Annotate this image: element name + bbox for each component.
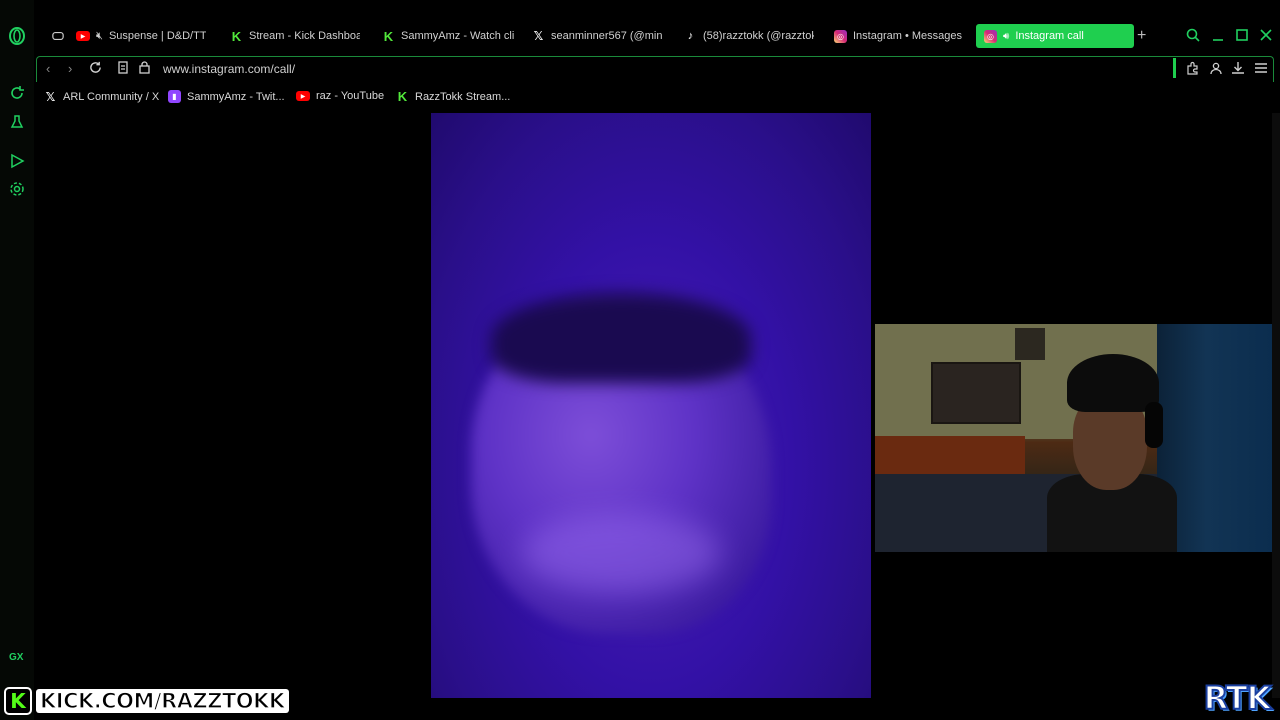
youtube-icon: ▶ xyxy=(296,91,310,101)
settings-gear-icon[interactable] xyxy=(8,180,26,198)
search-tabs-icon[interactable] xyxy=(1186,28,1200,45)
tab-x-seanminner[interactable]: 𝕏 seanminner567 (@minn xyxy=(524,24,670,48)
self-view-video[interactable] xyxy=(875,324,1280,552)
remote-video-feed[interactable] xyxy=(431,113,871,698)
tab-youtube-suspense[interactable]: ▶ 🔇︎ Suspense | D&D/TTR xyxy=(68,24,214,48)
kick-icon: K xyxy=(383,28,394,44)
gx-label[interactable]: GX xyxy=(9,652,23,663)
back-icon[interactable]: ‹ xyxy=(46,61,50,76)
instagram-icon: ◎ xyxy=(984,29,997,43)
download-icon[interactable] xyxy=(1231,61,1245,78)
kick-icon: K xyxy=(397,89,408,104)
tab-instagram-call[interactable]: ◎ 🔊︎ Instagram call xyxy=(976,24,1134,48)
self-view-dresser xyxy=(875,436,1025,476)
bookmark-arl-community[interactable]: 𝕏 ARL Community / X xyxy=(44,89,160,104)
self-view-person xyxy=(1047,354,1177,552)
self-view-headset xyxy=(1145,402,1163,448)
instagram-icon: ◎ xyxy=(834,29,847,43)
remote-participant-hair xyxy=(491,293,751,383)
reload-icon[interactable] xyxy=(89,61,102,77)
new-tab-button[interactable]: + xyxy=(1137,27,1146,45)
forward-icon[interactable]: › xyxy=(68,61,72,76)
kick-url-text: KICK.COM/RAZZTOKK xyxy=(36,688,289,714)
bookmark-sammyamz-twitch[interactable]: ▮ SammyAmz - Twit... xyxy=(168,90,285,103)
bookmark-razztokk-stream[interactable]: K RazzTokk Stream... xyxy=(396,89,511,104)
tab-bar: ▶ 🔇︎ Suspense | D&D/TTR K Stream - Kick … xyxy=(34,22,1280,50)
snapshot-icon[interactable] xyxy=(117,61,129,77)
kick-logo-icon: K xyxy=(4,687,32,715)
kick-channel-overlay: K KICK.COM/RAZZTOKK xyxy=(4,686,289,716)
muted-speaker-icon[interactable]: 🔇︎ xyxy=(96,30,103,43)
refresh-sidebar-icon[interactable] xyxy=(8,84,26,102)
tab-instagram-messages[interactable]: ◎ Instagram • Messages xyxy=(826,24,972,48)
play-icon[interactable] xyxy=(8,152,26,170)
self-view-small-poster xyxy=(1015,328,1045,360)
twitch-icon: ▮ xyxy=(168,90,181,103)
x-icon: 𝕏 xyxy=(45,89,56,104)
address-bar: ‹ › www.instagram.com/call/ xyxy=(34,52,1280,84)
x-icon: 𝕏 xyxy=(533,29,544,43)
tiktok-icon: ♪ xyxy=(687,30,694,42)
profile-icon[interactable] xyxy=(1209,61,1223,78)
lock-icon[interactable] xyxy=(139,61,150,77)
tab-kick-sammyamz[interactable]: K SammyAmz - Watch clips xyxy=(374,24,522,48)
maximize-icon[interactable] xyxy=(1236,28,1248,44)
rtk-brand-logo: RTK xyxy=(1203,678,1273,718)
minimize-icon[interactable] xyxy=(1212,28,1224,45)
bookmark-raz-youtube[interactable]: ▶ raz - YouTube xyxy=(296,90,384,102)
kick-icon: K xyxy=(231,28,242,44)
scrollbar[interactable] xyxy=(1272,113,1280,698)
browser-sidebar: GX xyxy=(0,0,34,720)
gamepad-icon xyxy=(52,31,64,41)
tab-tiktok-razztokk[interactable]: ♪ (58)razztokk (@razztok xyxy=(676,24,822,48)
youtube-icon: ▶ xyxy=(76,31,90,41)
tab-kick-dashboard[interactable]: K Stream - Kick Dashboard xyxy=(222,24,368,48)
url-input[interactable]: www.instagram.com/call/ xyxy=(163,62,295,76)
menu-icon[interactable] xyxy=(1254,61,1268,78)
opera-logo-icon[interactable] xyxy=(8,27,26,45)
speaker-icon[interactable]: 🔊︎ xyxy=(1003,31,1009,42)
self-view-poster xyxy=(931,362,1021,424)
instagram-call-page xyxy=(34,113,1280,698)
accent-divider xyxy=(1173,58,1176,78)
bookmarks-bar: 𝕏 ARL Community / X ▮ SammyAmz - Twit...… xyxy=(34,88,1280,108)
self-view-beanie xyxy=(1067,354,1159,412)
extensions-icon[interactable] xyxy=(1186,61,1200,78)
remote-participant-glow xyxy=(521,513,721,593)
close-icon[interactable] xyxy=(1260,28,1272,44)
flask-icon[interactable] xyxy=(8,112,26,130)
